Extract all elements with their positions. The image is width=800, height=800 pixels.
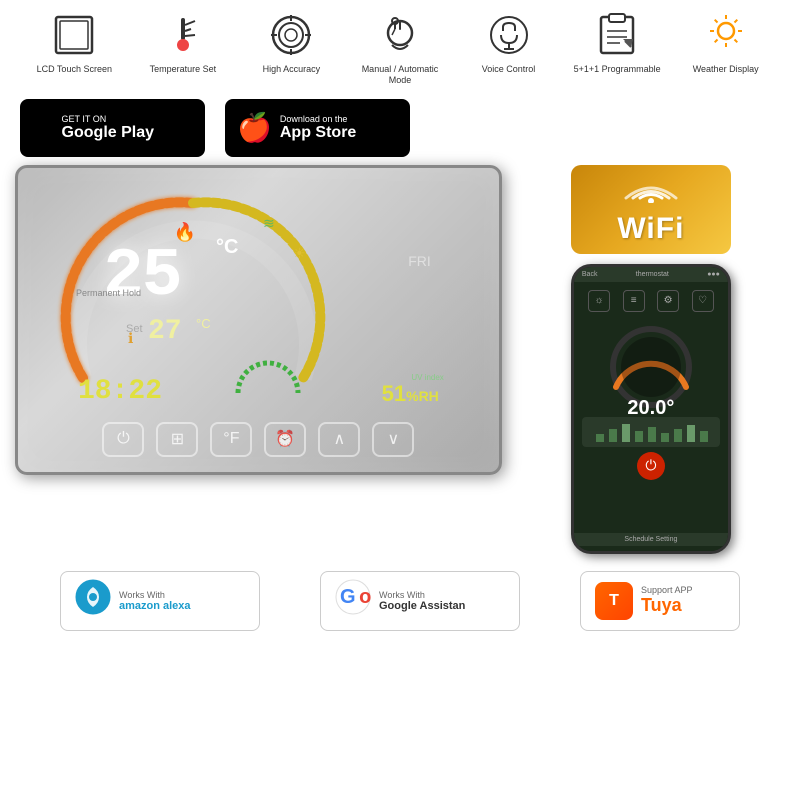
apple-icon: 🍎 [237, 111, 272, 144]
phone-icon-3[interactable]: ⚙ [657, 290, 679, 312]
google-play-icon: ▶ [32, 111, 54, 144]
uv-index-label: UV index [411, 373, 443, 382]
svg-text:≋: ≋ [263, 215, 275, 231]
grid-button[interactable]: ⊞ [156, 422, 198, 457]
weather-display-label: Weather Display [693, 64, 759, 75]
phone-screen: Back thermostat ●●● ☼ ≡ ⚙ ♡ [574, 267, 728, 551]
svg-text:G o o: G o o g l e [340, 586, 371, 608]
phone-temperature: 20.0° [627, 397, 674, 420]
set-temperature: 27 [148, 316, 182, 347]
feature-lcd-touch: LCD Touch Screen [29, 10, 119, 75]
up-button[interactable]: ∧ [318, 422, 360, 457]
wifi-label: WiFi [617, 212, 684, 246]
app-store-bottom-text: App Store [280, 124, 356, 142]
phone-power-button[interactable]: ⏻ [637, 452, 665, 480]
feature-manual-auto: Manual / Automatic Mode [355, 10, 445, 86]
set-temp-unit: °C [196, 316, 211, 331]
power-button[interactable]: ⏻ [102, 422, 144, 457]
tuya-badge: T Support APP Tuya [580, 571, 740, 631]
day-label: FRI [408, 253, 431, 269]
features-section: LCD Touch Screen Temperature Set [0, 0, 800, 91]
down-button[interactable]: ∨ [372, 422, 414, 457]
programmable-label: 5+1+1 Programmable [574, 64, 661, 75]
permanent-hold-label: Permanent Hold [76, 288, 141, 298]
voice-control-label: Voice Control [482, 64, 536, 75]
temp-set-label: Temperature Set [150, 64, 217, 75]
weather-display-icon [701, 10, 751, 60]
programmable-icon [592, 10, 642, 60]
feature-high-accuracy: High Accuracy [246, 10, 336, 75]
manual-auto-icon [375, 10, 425, 60]
time-display: 18:22 [78, 376, 162, 407]
feature-programmable: 5+1+1 Programmable [572, 10, 662, 75]
phone-icon-2[interactable]: ≡ [623, 290, 645, 312]
svg-text:☀: ☀ [293, 245, 306, 261]
feature-voice-control: Voice Control [464, 10, 554, 75]
right-section: WiFi Back thermostat ●●● ☼ ≡ ⚙ ♡ [517, 165, 785, 554]
control-buttons: ⏻ ⊞ °F ⏰ ∧ ∨ [102, 422, 414, 457]
manual-auto-label: Manual / Automatic Mode [355, 64, 445, 86]
phone-mockup: Back thermostat ●●● ☼ ≡ ⚙ ♡ [571, 264, 731, 554]
lcd-touch-icon [49, 10, 99, 60]
high-accuracy-icon [266, 10, 316, 60]
phone-icon-1[interactable]: ☼ [588, 290, 610, 312]
alexa-text: Works With amazon alexa [119, 590, 191, 612]
phone-title: thermostat [636, 271, 669, 278]
thermostat-device: 🔥 ≋ ☀ ℹ 25 °C Set 27 °C 18:22 51%RH FRI … [15, 165, 502, 475]
lcd-touch-label: LCD Touch Screen [37, 64, 112, 75]
temp-set-icon [158, 10, 208, 60]
set-label: Set [126, 323, 143, 335]
phone-status: ●●● [707, 271, 720, 278]
wifi-badge: WiFi [571, 165, 731, 254]
tuya-logo: T [595, 582, 633, 620]
tuya-text: Support APP Tuya [641, 585, 693, 616]
app-store-badge[interactable]: 🍎 Download on the App Store [225, 99, 410, 157]
current-temperature: 25 [103, 238, 181, 315]
feature-weather-display: Weather Display [681, 10, 771, 75]
main-section: 🔥 ≋ ☀ ℹ 25 °C Set 27 °C 18:22 51%RH FRI … [0, 165, 800, 554]
alexa-badge: Works With amazon alexa [60, 571, 260, 631]
google-play-badge[interactable]: ▶ GET IT ON Google Play [20, 99, 205, 157]
phone-icon-4[interactable]: ♡ [692, 290, 714, 312]
feature-temp-set: Temperature Set [138, 10, 228, 75]
phone-back-button[interactable]: Back [582, 271, 598, 278]
humidity-display: 51%RH [382, 381, 439, 407]
fahrenheit-button[interactable]: °F [210, 422, 252, 457]
google-assistant-text: Works With Google Assistan [379, 590, 465, 612]
google-play-top-text: GET IT ON [62, 114, 154, 124]
high-accuracy-label: High Accuracy [263, 64, 321, 75]
app-store-section: ▶ GET IT ON Google Play 🍎 Download on th… [0, 91, 800, 165]
google-logo: G o o g l e [335, 579, 371, 622]
wifi-signal-icon [621, 173, 681, 210]
phone-header: Back thermostat ●●● [574, 267, 728, 282]
alexa-logo [75, 579, 111, 622]
app-store-top-text: Download on the [280, 114, 356, 124]
timer-button[interactable]: ⏰ [264, 422, 306, 457]
bottom-section: Works With amazon alexa G o o g l e Work… [0, 559, 800, 643]
voice-control-icon [484, 10, 534, 60]
phone-schedule-label: Schedule Setting [574, 533, 728, 546]
google-assistant-badge: G o o g l e Works With Google Assistan [320, 571, 520, 631]
temp-unit: °C [216, 236, 238, 259]
google-play-bottom-text: Google Play [62, 124, 154, 142]
